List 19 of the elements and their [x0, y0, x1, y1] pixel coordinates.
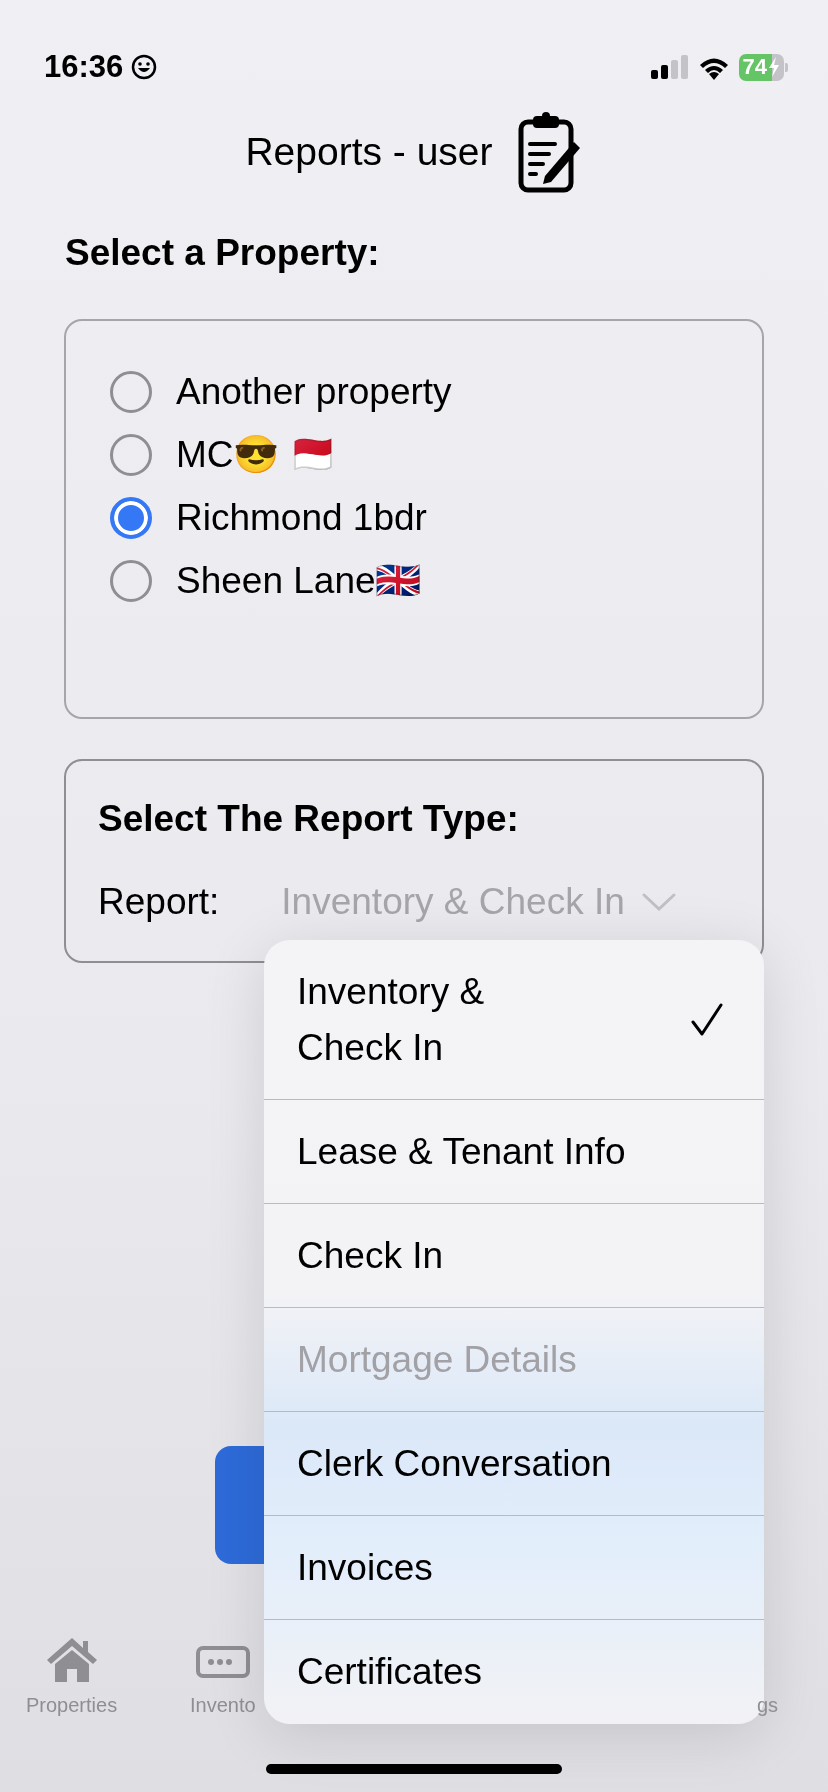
- field-label: Report:: [98, 880, 220, 924]
- clipboard-edit-icon: [516, 111, 583, 194]
- section-heading: Select a Property:: [65, 231, 381, 275]
- property-radio-option[interactable]: MC😎 🇲🇨: [110, 423, 762, 487]
- section-heading: Select The Report Type:: [98, 796, 520, 841]
- status-time: 16:36: [44, 47, 124, 86]
- property-radio-option[interactable]: Richmond 1bdr: [110, 486, 762, 550]
- menu-item[interactable]: Clerk Conversation: [264, 1412, 764, 1516]
- menu-item[interactable]: Lease & Tenant Info: [264, 1100, 764, 1204]
- menu-item[interactable]: Check In: [264, 1204, 764, 1308]
- page-title: Reports - user: [245, 129, 493, 176]
- menu-item[interactable]: Invoices: [264, 1516, 764, 1620]
- property-radio-option[interactable]: Sheen Lane🇬🇧: [110, 549, 762, 613]
- smiley-icon: [131, 54, 158, 80]
- checkmark-icon: [690, 1001, 724, 1038]
- signal-icon: [650, 55, 689, 79]
- menu-item[interactable]: Inventory & Check In: [264, 940, 764, 1100]
- property-radio-option[interactable]: Another property: [110, 360, 762, 424]
- chevron-down-icon: [640, 891, 677, 912]
